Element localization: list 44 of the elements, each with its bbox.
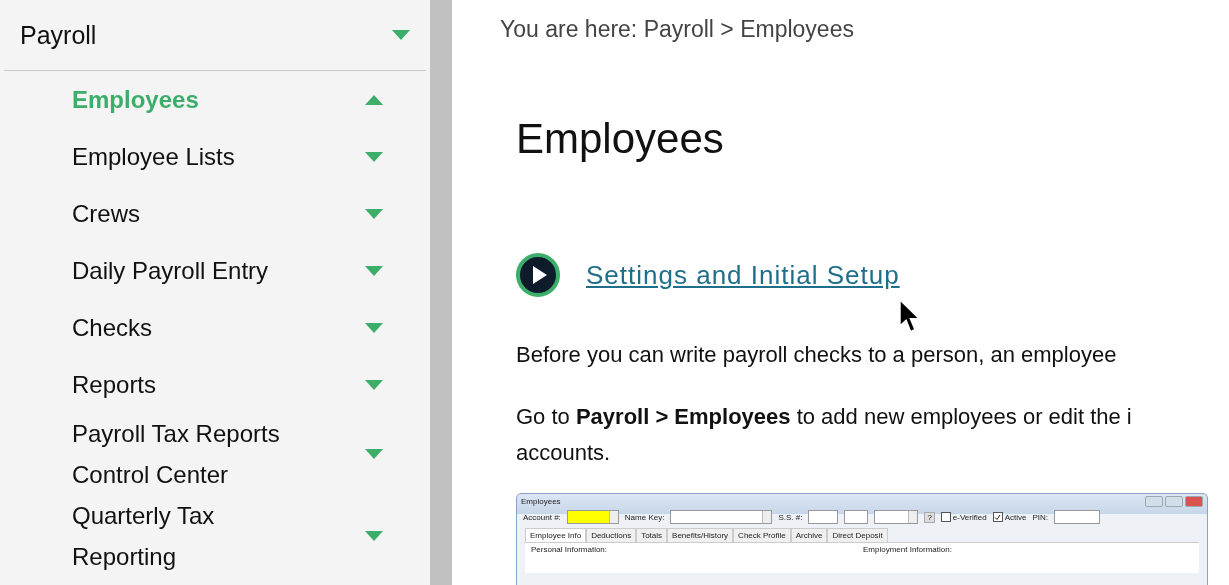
- field-label: Account #:: [523, 512, 561, 522]
- body-paragraph: Before you can write payroll checks to a person, an employee: [516, 341, 1117, 369]
- tab[interactable]: Direct Deposit: [827, 528, 888, 542]
- body-paragraph: Go to Payroll > Employees to add new employees or edit the i accounts.: [516, 403, 1132, 467]
- page-title: Employees: [516, 115, 725, 163]
- input-field[interactable]: [874, 510, 919, 524]
- maximize-button[interactable]: [1165, 495, 1183, 507]
- tab[interactable]: Check Profile: [733, 528, 791, 542]
- tab[interactable]: Deductions: [586, 528, 637, 542]
- nav-item[interactable]: Checks: [72, 307, 322, 348]
- help-button[interactable]: ?: [924, 511, 935, 523]
- nav-section-header[interactable]: Payroll: [4, 0, 426, 71]
- nav-item[interactable]: Payroll Tax Reports Control Center: [72, 413, 322, 495]
- field-label: PIN:: [1032, 512, 1048, 522]
- input-field[interactable]: [670, 510, 773, 524]
- checkbox-label: Active: [1004, 512, 1027, 522]
- video-link[interactable]: Settings and Initial Setup: [586, 259, 900, 291]
- input-field[interactable]: [1054, 510, 1100, 524]
- nav-section-label: Payroll: [20, 20, 97, 50]
- tab[interactable]: Employee Info: [525, 528, 587, 542]
- group-heading: Personal Information:: [530, 544, 609, 556]
- play-icon[interactable]: [516, 253, 560, 297]
- scrollbar[interactable]: [430, 0, 452, 585]
- group-heading: Employment Information:: [862, 544, 953, 556]
- tab[interactable]: Totals: [636, 528, 668, 542]
- nav-item[interactable]: Daily Payroll Entry: [72, 250, 322, 291]
- nav-item[interactable]: Reports: [72, 364, 322, 405]
- checkbox-label: e-Verified: [952, 512, 987, 522]
- breadcrumb: You are here: Payroll > Employees: [500, 16, 855, 43]
- field-label: Name Key:: [624, 512, 665, 522]
- tab[interactable]: Benefits/History: [667, 528, 734, 542]
- checkbox[interactable]: [992, 512, 1003, 522]
- input-field[interactable]: [844, 510, 869, 524]
- tab[interactable]: Archive: [790, 528, 828, 542]
- nav-item[interactable]: Crews: [72, 193, 322, 234]
- minimize-button[interactable]: [1145, 495, 1163, 507]
- window-title: Employees: [521, 496, 561, 506]
- nav-item[interactable]: Employee Lists: [72, 136, 322, 177]
- field-label: S.S. #:: [778, 512, 803, 522]
- close-button[interactable]: [1185, 495, 1203, 507]
- checkbox[interactable]: [940, 512, 951, 522]
- nav-item[interactable]: Quarterly Tax Reporting: [72, 495, 322, 577]
- input-field[interactable]: [808, 510, 839, 524]
- input-field[interactable]: [566, 510, 619, 524]
